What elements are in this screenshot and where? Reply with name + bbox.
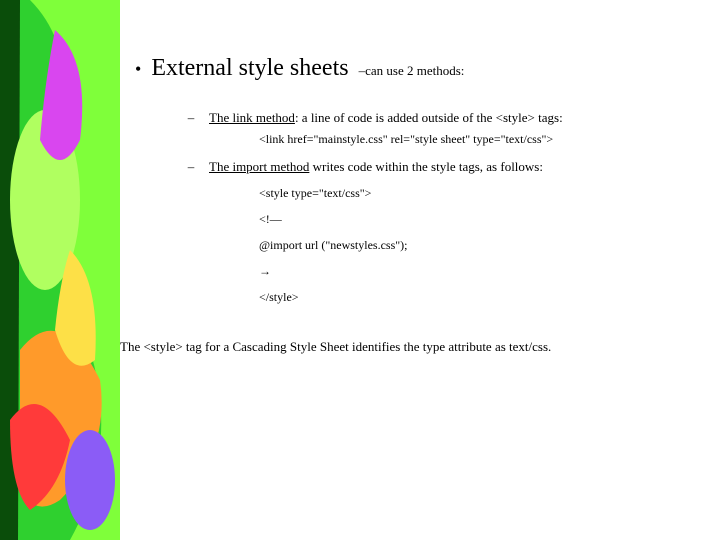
slide-content: • External style sheets –can use 2 metho… [135, 55, 695, 355]
code-line: → [259, 259, 695, 283]
code-line: @import url ("newstyles.css"); [259, 233, 695, 257]
list-item: – The link method: a line of code is add… [185, 110, 695, 126]
code-line: <!— [259, 207, 695, 231]
bullet-icon: • [135, 60, 141, 78]
heading-row: • External style sheets –can use 2 metho… [135, 55, 695, 82]
code-snippet-link: <link href="mainstyle.css" rel="style sh… [259, 132, 695, 147]
footer-note: The <style> tag for a Cascading Style Sh… [120, 339, 695, 355]
code-line: <style type="text/css"> [259, 181, 695, 205]
method-label: The import method [209, 159, 309, 174]
dash-icon: – [185, 159, 197, 175]
code-line: </style> [259, 285, 695, 309]
method-desc: writes code within the style tags, as fo… [309, 159, 543, 174]
method-desc: : a line of code is added outside of the… [295, 110, 563, 125]
code-snippet-import: <style type="text/css"> <!— @import url … [259, 181, 695, 309]
dash-icon: – [185, 110, 197, 126]
decorative-sidebar-art [0, 0, 120, 540]
heading-sub: –can use 2 methods: [359, 63, 465, 78]
list-item: – The import method writes code within t… [185, 159, 695, 175]
method-list: – The link method: a line of code is add… [185, 110, 695, 309]
method-label: The link method [209, 110, 295, 125]
heading-main: External style sheets [151, 55, 348, 81]
